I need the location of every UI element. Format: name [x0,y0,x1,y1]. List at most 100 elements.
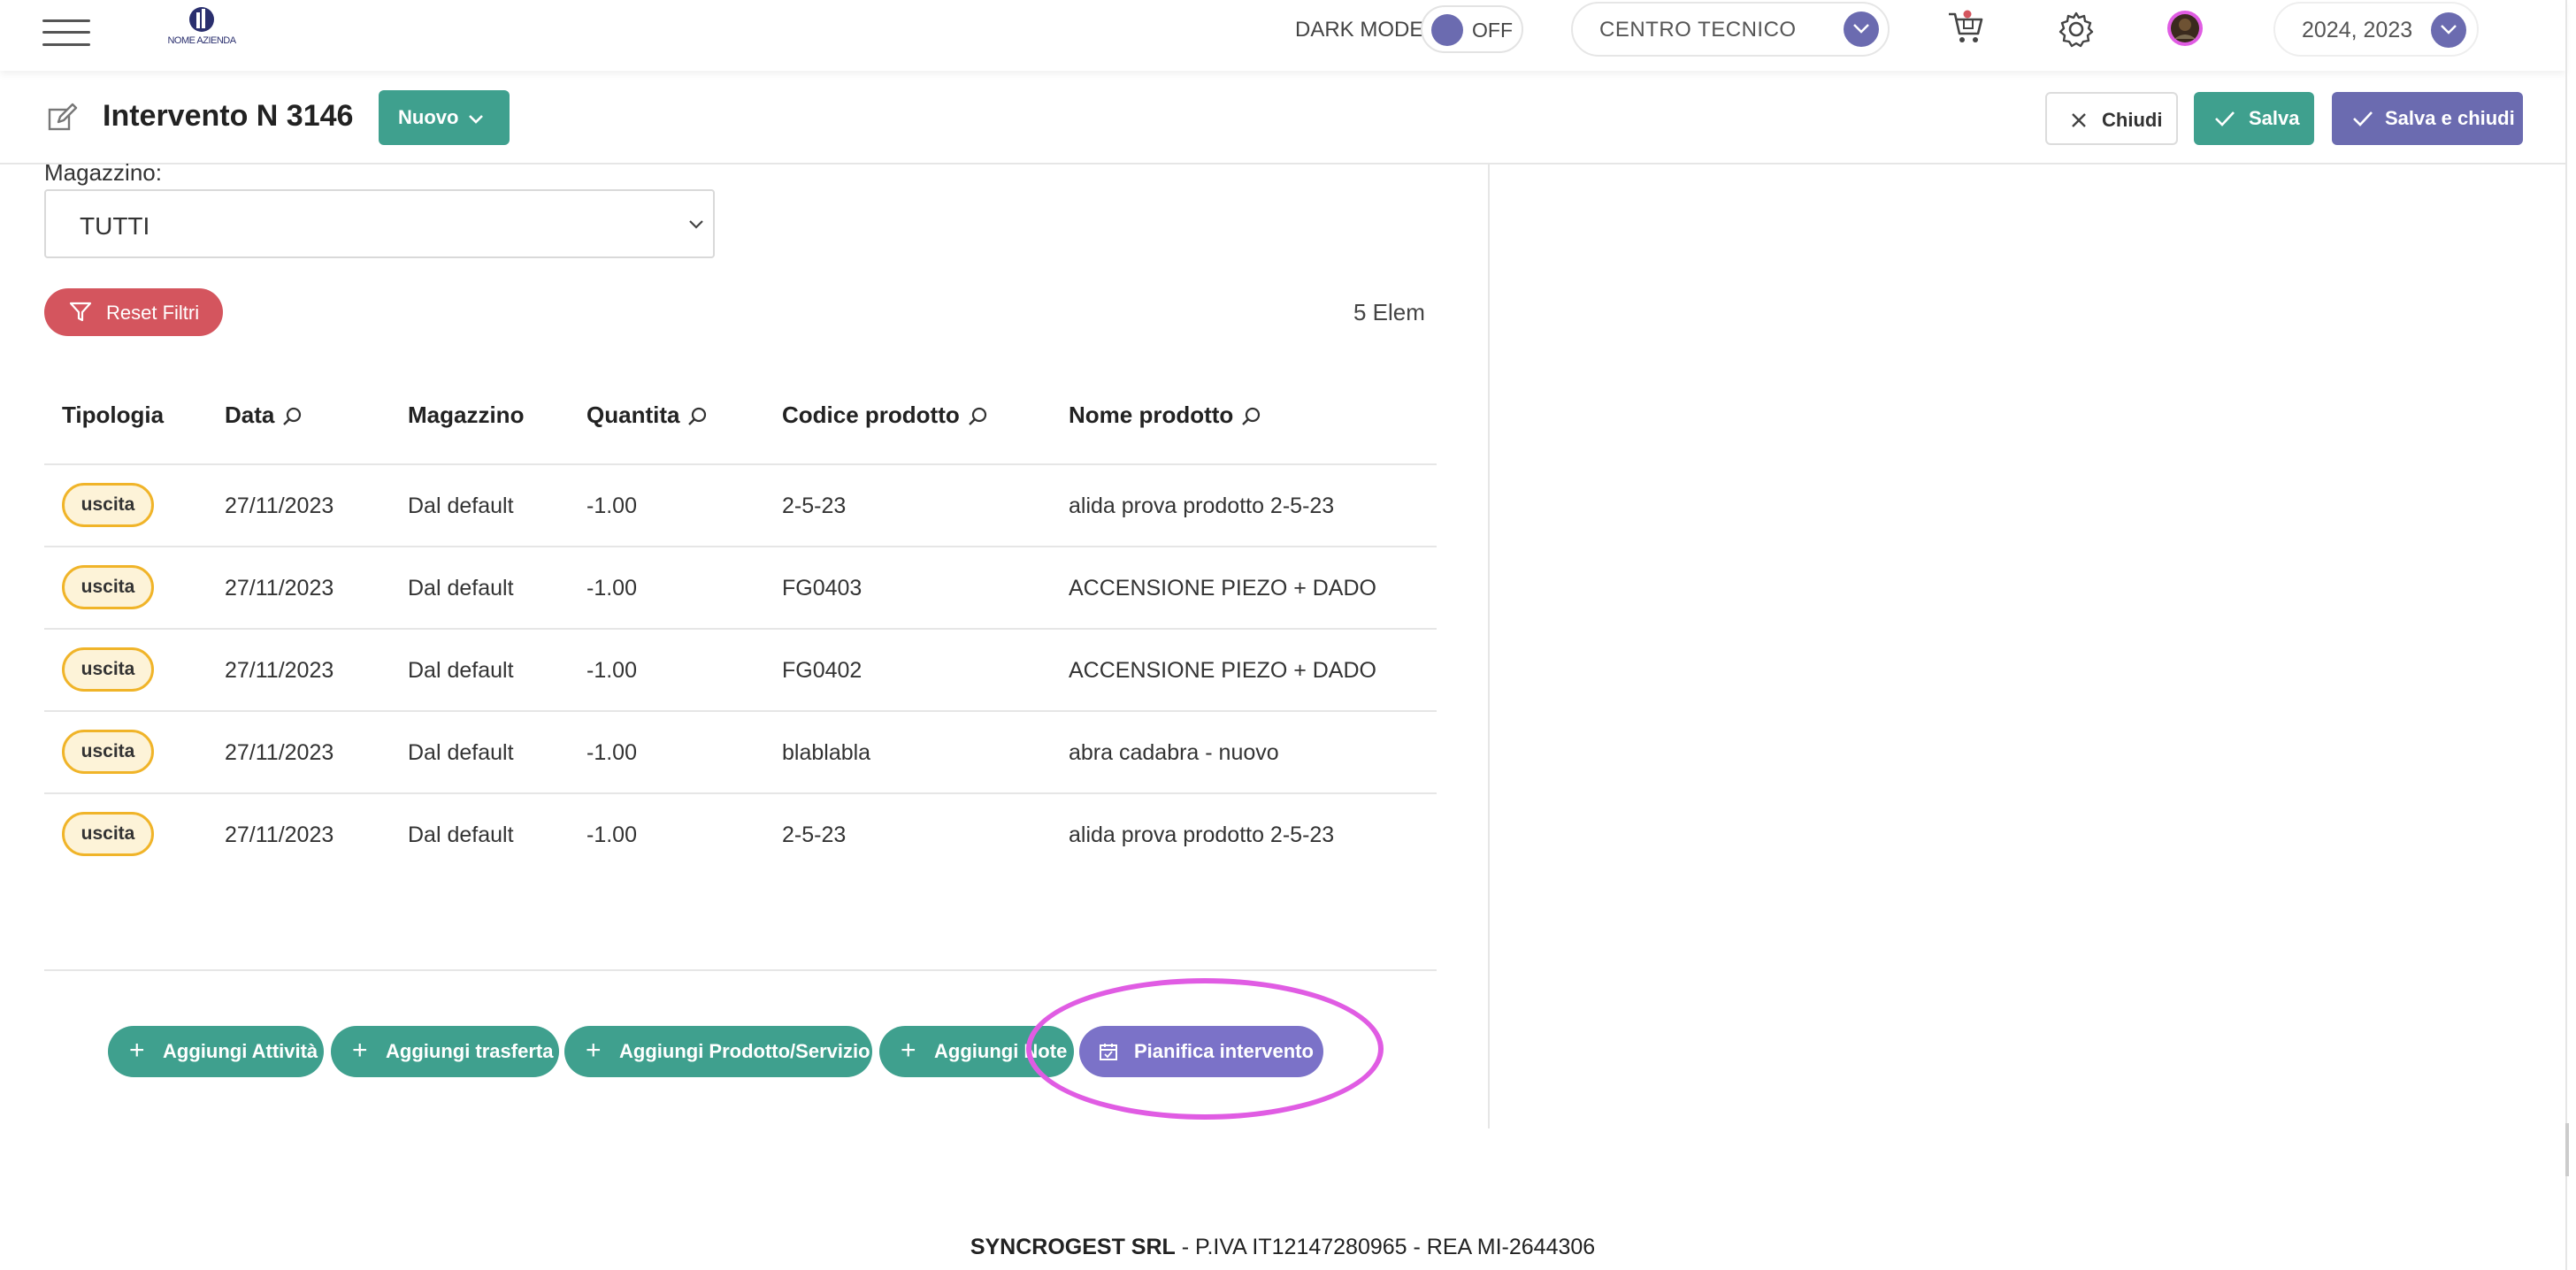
cell-codice: blablabla [782,740,871,765]
status-badge: uscita [62,483,154,527]
cell-nome: ACCENSIONE PIEZO + DADO [1069,658,1376,683]
plus-icon: + [901,1036,916,1065]
cell-quantita: -1.00 [586,576,637,601]
cell-nome: alida prova prodotto 2-5-23 [1069,822,1335,847]
table-bottom-divider [44,969,1437,971]
add-activity-label: Aggiungi Attività [163,1040,318,1062]
row-divider [44,546,1437,547]
chevron-down-icon [2431,12,2466,48]
column-header-magazzino[interactable]: Magazzino [408,402,524,429]
footer-details: - P.IVA IT12147280965 - REA MI-2644306 [1175,1235,1596,1259]
save-button[interactable]: Salva [2194,92,2314,145]
close-label: Chiudi [2102,109,2163,131]
filter-icon [69,302,92,322]
year-select[interactable]: 2024, 2023 [2273,2,2479,57]
add-note-button[interactable]: + Aggiungi Note [879,1026,1074,1077]
magazzino-select[interactable]: TUTTI [44,189,715,258]
close-icon [2072,113,2086,127]
cell-nome: ACCENSIONE PIEZO + DADO [1069,576,1376,601]
save-and-close-button[interactable]: Salva e chiudi [2332,92,2523,145]
scrollbar[interactable] [2565,1123,2569,1176]
search-icon[interactable] [281,406,303,427]
cell-quantita: -1.00 [586,493,637,518]
status-badge: uscita [62,812,154,856]
plus-icon: + [352,1036,368,1065]
cell-magazzino: Dal default [408,576,514,601]
nuovo-label: Nuovo [398,106,459,128]
row-divider [44,710,1437,712]
cart-icon[interactable] [1946,9,1985,52]
logo-mark-icon [189,7,214,32]
status-badge: uscita [62,730,154,774]
footer-company: SYNCROGEST SRL [970,1235,1176,1259]
nuovo-dropdown-button[interactable]: Nuovo [379,90,510,145]
close-button[interactable]: Chiudi [2045,92,2178,145]
avatar[interactable] [2166,9,2204,52]
add-product-service-label: Aggiungi Prodotto/Servizio [619,1040,870,1062]
add-trip-label: Aggiungi trasferta [386,1040,554,1062]
calendar-icon [1100,1044,1117,1060]
center-select-value: CENTRO TECNICO [1599,18,1797,42]
status-badge: uscita [62,565,154,609]
page-title: Intervento N 3146 [103,99,354,133]
cell-quantita: -1.00 [586,740,637,765]
plan-intervention-button[interactable]: Pianifica intervento [1079,1026,1323,1077]
cell-nome: alida prova prodotto 2-5-23 [1069,493,1335,518]
reset-filters-button[interactable]: Reset Filtri [44,288,223,336]
chevron-down-icon [689,220,703,229]
magazzino-select-value: TUTTI [80,212,150,240]
menu-icon[interactable] [42,16,90,50]
center-select[interactable]: CENTRO TECNICO [1571,2,1890,57]
check-icon [2215,111,2235,126]
cell-quantita: -1.00 [586,658,637,683]
row-divider [44,463,1437,465]
cell-data: 27/11/2023 [225,576,334,601]
add-activity-button[interactable]: + Aggiungi Attività [108,1026,324,1077]
status-badge: uscita [62,647,154,692]
cell-codice: 2-5-23 [782,822,847,847]
cell-codice: 2-5-23 [782,493,847,518]
items-count: 5 Elem [1353,299,1425,325]
plus-icon: + [129,1036,145,1065]
reset-filters-label: Reset Filtri [106,302,200,324]
row-divider [44,792,1437,794]
plan-intervention-label: Pianifica intervento [1134,1040,1314,1062]
column-header-tipologia[interactable]: Tipologia [62,402,164,429]
row-divider [44,628,1437,630]
dark-mode-toggle[interactable]: OFF [1421,5,1523,53]
search-icon[interactable] [967,406,988,427]
cell-data: 27/11/2023 [225,658,334,683]
cell-data: 27/11/2023 [225,740,334,765]
edit-icon [46,103,78,139]
year-select-value: 2024, 2023 [2302,18,2413,42]
cell-magazzino: Dal default [408,822,514,847]
column-header-codice-prodotto[interactable]: Codice prodotto [782,402,988,429]
check-icon [2353,111,2373,126]
panel-divider [1488,164,1490,1128]
dark-mode-label: DARK MODE [1295,18,1424,42]
cell-codice: FG0402 [782,658,862,683]
gear-icon[interactable] [2058,11,2095,52]
save-label: Salva [2249,107,2300,129]
footer: SYNCROGEST SRL - P.IVA IT12147280965 - R… [0,1235,2565,1260]
cell-magazzino: Dal default [408,658,514,683]
add-trip-button[interactable]: + Aggiungi trasferta [331,1026,559,1077]
column-header-quantita[interactable]: Quantita [586,402,708,429]
search-icon[interactable] [686,406,708,427]
company-logo[interactable]: NOME AZIENDA [165,4,239,50]
save-and-close-label: Salva e chiudi [2385,107,2515,129]
top-navbar: NOME AZIENDA DARK MODE OFF CENTRO TECNIC… [0,0,2565,71]
plus-icon: + [586,1036,602,1065]
cell-quantita: -1.00 [586,822,637,847]
chevron-down-icon [469,115,483,124]
column-header-data[interactable]: Data [225,402,303,429]
cell-magazzino: Dal default [408,740,514,765]
cell-data: 27/11/2023 [225,822,334,847]
search-icon[interactable] [1240,406,1261,427]
toggle-state: OFF [1472,19,1513,42]
add-note-label: Aggiungi Note [934,1040,1068,1062]
logo-text: NOME AZIENDA [167,35,236,46]
add-product-service-button[interactable]: + Aggiungi Prodotto/Servizio [564,1026,872,1077]
magazzino-label: Magazzino: [44,159,162,186]
column-header-nome-prodotto[interactable]: Nome prodotto [1069,402,1261,429]
